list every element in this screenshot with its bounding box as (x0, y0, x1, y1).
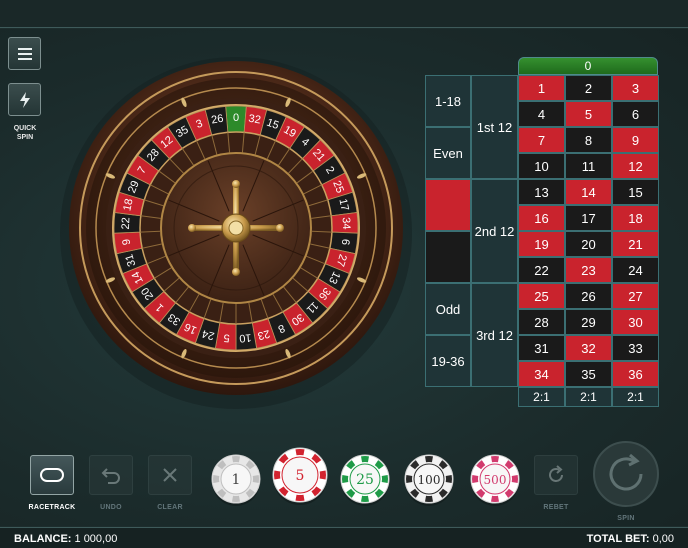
wheel-pocket-number: 17 (336, 198, 350, 213)
rebet-icon (549, 465, 563, 482)
wheel-pocket-number: 26 (210, 113, 224, 127)
bet-column[interactable]: 2:1 (565, 387, 612, 407)
clear-button[interactable] (148, 455, 192, 495)
bet-number[interactable]: 1 (518, 75, 565, 101)
chip-5[interactable]: 5 (271, 446, 329, 506)
chip-value: 1 (232, 472, 241, 488)
total-bet-value: 0,00 (652, 533, 674, 545)
bet-low[interactable]: 1-18 (425, 75, 471, 127)
undo-button[interactable] (89, 455, 133, 495)
total-bet: TOTAL BET: 0,00 (587, 533, 674, 545)
bet-number[interactable]: 18 (612, 205, 659, 231)
chip-500[interactable]: 500 (469, 453, 521, 507)
bet-number[interactable]: 3 (612, 75, 659, 101)
chip-100[interactable]: 100 (403, 453, 455, 507)
spin-label: SPIN (617, 515, 635, 522)
chip-value: 500 (484, 473, 507, 487)
bet-number[interactable]: 23 (565, 257, 612, 283)
wheel-pocket-number: 34 (340, 217, 353, 230)
balance: BALANCE: 1 000,00 (14, 533, 117, 545)
clear-label: CLEAR (157, 504, 183, 511)
racetrack-icon (40, 468, 64, 482)
bet-number[interactable]: 36 (612, 361, 659, 387)
wheel-pocket-number: 10 (239, 331, 252, 344)
wheel-pocket-number: 18 (121, 198, 135, 213)
bet-number[interactable]: 6 (612, 101, 659, 127)
bet-number[interactable]: 26 (565, 283, 612, 309)
undo-label: UNDO (100, 504, 122, 511)
bet-even[interactable]: Even (425, 127, 471, 179)
chip-1[interactable]: 1 (210, 453, 262, 507)
bet-number[interactable]: 13 (518, 179, 565, 205)
bet-number[interactable]: 14 (565, 179, 612, 205)
bet-number[interactable]: 16 (518, 205, 565, 231)
bet-zero[interactable]: 0 (518, 57, 658, 75)
wheel-pocket-number: 0 (233, 112, 239, 124)
bet-dozen[interactable]: 2nd 12 (471, 179, 518, 283)
bet-number[interactable]: 35 (565, 361, 612, 387)
bet-dozen[interactable]: 3rd 12 (471, 283, 518, 387)
bet-number[interactable]: 31 (518, 335, 565, 361)
bet-number[interactable]: 10 (518, 153, 565, 179)
bet-number[interactable]: 27 (612, 283, 659, 309)
bet-number[interactable]: 34 (518, 361, 565, 387)
bet-number[interactable]: 25 (518, 283, 565, 309)
bet-zero-label: 0 (584, 59, 592, 73)
bet-number[interactable]: 19 (518, 231, 565, 257)
bet-odd[interactable]: Odd (425, 283, 471, 335)
chip-25[interactable]: 25 (339, 453, 391, 507)
rebet-button[interactable] (534, 455, 578, 495)
bet-black[interactable] (425, 231, 471, 283)
bet-number[interactable]: 29 (565, 309, 612, 335)
bet-number[interactable]: 20 (565, 231, 612, 257)
spin-button[interactable] (593, 441, 659, 507)
bet-number[interactable]: 17 (565, 205, 612, 231)
racetrack-label: RACETRACK (28, 504, 76, 511)
undo-icon (101, 468, 120, 484)
bet-column[interactable]: 2:1 (612, 387, 659, 407)
balance-value: 1 000,00 (74, 533, 118, 545)
bet-number[interactable]: 8 (565, 127, 612, 153)
chip-value: 100 (418, 473, 441, 487)
chip-value: 25 (356, 472, 374, 488)
chip-value: 5 (296, 468, 305, 484)
bet-dozen[interactable]: 1st 12 (471, 75, 518, 179)
bet-number[interactable]: 33 (612, 335, 659, 361)
bet-number[interactable]: 24 (612, 257, 659, 283)
bet-number[interactable]: 7 (518, 127, 565, 153)
bet-red[interactable] (425, 179, 471, 231)
bet-number[interactable]: 15 (612, 179, 659, 205)
bet-number[interactable]: 2 (565, 75, 612, 101)
bet-number[interactable]: 32 (565, 335, 612, 361)
status-bar: BALANCE: 1 000,00 TOTAL BET: 0,00 (0, 527, 688, 548)
wheel-pocket-number: 32 (248, 113, 262, 127)
betting-board: 0 1 2 3 4 5 6 7 8 9 10 11 12 13 14 15 16 17 18 19 20 21 22 23 2… (425, 57, 659, 410)
close-icon (163, 468, 177, 482)
bet-column[interactable]: 2:1 (518, 387, 565, 407)
rebet-label: REBET (543, 504, 569, 511)
bet-number[interactable]: 4 (518, 101, 565, 127)
balance-label: BALANCE: (14, 533, 72, 545)
bet-number[interactable]: 11 (565, 153, 612, 179)
bet-number[interactable]: 12 (612, 153, 659, 179)
racetrack-button[interactable] (30, 455, 74, 495)
bet-number[interactable]: 9 (612, 127, 659, 153)
wheel-pocket-number: 5 (223, 331, 230, 343)
bet-number[interactable]: 28 (518, 309, 565, 335)
bet-number[interactable]: 30 (612, 309, 659, 335)
bet-number[interactable]: 21 (612, 231, 659, 257)
bet-high[interactable]: 19-36 (425, 335, 471, 387)
spin-icon (609, 453, 643, 491)
wheel-pocket-number: 22 (120, 217, 133, 230)
total-bet-label: TOTAL BET: (586, 533, 650, 545)
bet-number[interactable]: 5 (565, 101, 612, 127)
bet-number[interactable]: 22 (518, 257, 565, 283)
